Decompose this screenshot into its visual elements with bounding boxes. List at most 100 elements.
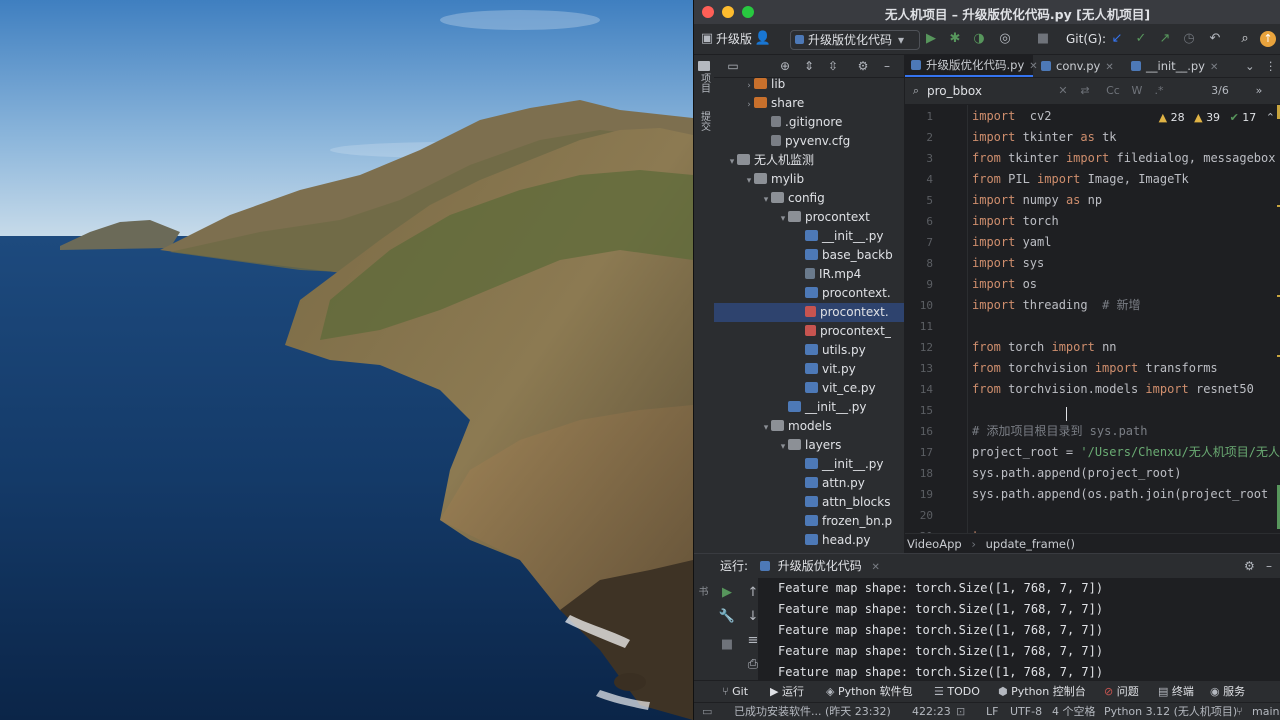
tab-main-file[interactable]: 升级版优化代码.py ✕	[905, 55, 1038, 77]
tool-terminal[interactable]: ▤ 终端	[1158, 684, 1194, 700]
tree-item[interactable]: __init__.py	[714, 227, 904, 246]
tree-item[interactable]: ▾ config	[714, 189, 904, 208]
tool-problems[interactable]: ⊘ 问题	[1104, 684, 1139, 700]
gear-icon[interactable]: ⚙	[1244, 554, 1255, 578]
structure-tool-button[interactable]: 书签	[696, 582, 710, 600]
tab-conv[interactable]: conv.py ✕	[1035, 55, 1123, 77]
tree-item[interactable]: pyvenv.cfg	[714, 132, 904, 151]
tree-item[interactable]: __init__.py	[714, 455, 904, 474]
tree-item[interactable]: › share	[714, 94, 904, 113]
project-tool-button[interactable]: 项目	[697, 61, 711, 96]
tool-run[interactable]: ▶ 运行	[770, 684, 804, 700]
panel-layout-icon[interactable]: ▭	[724, 57, 742, 75]
git-branch[interactable]: main	[1252, 705, 1279, 719]
tree-item[interactable]: .gitignore	[714, 113, 904, 132]
tool-python-packages[interactable]: ◈ Python 软件包	[826, 684, 913, 700]
more-icon[interactable]: »	[1251, 82, 1267, 100]
more-icon[interactable]: ⋮	[1265, 55, 1279, 77]
tree-item[interactable]: procontext.	[714, 303, 904, 322]
tree-item[interactable]: vit_ce.py	[714, 379, 904, 398]
git-update-icon[interactable]: ↙	[1108, 30, 1126, 48]
rollback-icon[interactable]: ↶	[1206, 30, 1224, 48]
tool-services[interactable]: ◉ 服务	[1210, 684, 1245, 700]
status-panel-icon[interactable]: ▭	[702, 705, 712, 719]
stop-icon[interactable]: ■	[718, 636, 736, 654]
close-icon[interactable]: ✕	[872, 562, 880, 573]
tree-item[interactable]: base_backb	[714, 246, 904, 265]
chevron-down-icon[interactable]: ⌄	[1245, 55, 1259, 77]
tool-todo[interactable]: ☰ TODO	[934, 684, 980, 700]
collapse-all-icon[interactable]: ⇳	[824, 57, 842, 75]
search-icon[interactable]: ⌕	[1236, 30, 1254, 48]
soft-wrap-icon[interactable]: ≡	[744, 632, 762, 650]
tree-item[interactable]: ▾ layers	[714, 436, 904, 455]
tab-init[interactable]: __init__.py ✕	[1125, 55, 1231, 77]
tree-item[interactable]: ▾ models	[714, 417, 904, 436]
rerun-icon[interactable]: ▶	[718, 584, 736, 602]
update-icon[interactable]: ↑	[1260, 31, 1276, 47]
breadcrumb-method[interactable]: update_frame()	[986, 537, 1075, 551]
commit-tool-button[interactable]: 提交	[697, 111, 711, 134]
code-token: tkinter	[1015, 130, 1081, 144]
file-encoding[interactable]: UTF-8	[1010, 705, 1042, 719]
tree-item[interactable]: ▾ procontext	[714, 208, 904, 227]
tree-item[interactable]: ▾ mylib	[714, 170, 904, 189]
tree-item[interactable]: ▾ 无人机监测	[714, 151, 904, 170]
whole-words-icon[interactable]: W	[1129, 82, 1145, 100]
tree-item[interactable]: attn.py	[714, 474, 904, 493]
console-output[interactable]: Feature map shape: torch.Size([1, 768, 7…	[778, 578, 1278, 681]
code-area[interactable]: 1 import cv2 2 import tkinter as tk 3 from tk…	[905, 105, 1280, 533]
run-config-tab[interactable]: 升级版优化代码	[778, 559, 862, 573]
tool-git[interactable]: ⑂ Git	[722, 684, 748, 700]
chevron-up-icon[interactable]: ⌃	[1266, 111, 1275, 124]
locate-file-icon[interactable]: ⊕	[776, 57, 794, 75]
wrench-icon[interactable]: 🔧	[718, 608, 736, 626]
tree-item[interactable]: procontext_	[714, 322, 904, 341]
status-bar: ▭ 已成功安装软件... (昨天 23:32) 422:23 ⊡ LF UTF-…	[694, 702, 1280, 720]
stop-icon[interactable]: ■	[1034, 30, 1052, 48]
debug-icon[interactable]: ✱	[946, 30, 964, 48]
tool-python-console[interactable]: ⬢ Python 控制台	[998, 684, 1086, 700]
scroll-up-icon[interactable]: ↑	[744, 584, 762, 602]
regex-icon[interactable]: .*	[1151, 82, 1167, 100]
breadcrumb-class[interactable]: VideoApp	[907, 537, 962, 551]
caret-position[interactable]: 422:23	[912, 705, 951, 719]
close-icon[interactable]: ✕	[1210, 62, 1218, 73]
tree-item[interactable]: vit.py	[714, 360, 904, 379]
interpreter[interactable]: Python 3.12 (无人机项目)	[1104, 705, 1237, 719]
git-commit-icon[interactable]: ✓	[1132, 30, 1150, 48]
replace-toggle-icon[interactable]: ⇄	[1077, 82, 1093, 100]
tree-item[interactable]: IR.mp4	[714, 265, 904, 284]
match-case-icon[interactable]: Cc	[1105, 82, 1121, 100]
run-config-select[interactable]: 升级版优化代码 ▾	[790, 30, 920, 50]
inspection-widget[interactable]: ▲ 28 ▲ 39 ✔ 17 ⌃	[1158, 109, 1275, 127]
run-icon[interactable]: ▶	[922, 30, 940, 48]
project-switcher[interactable]: 升级版	[716, 30, 752, 48]
tree-item[interactable]: frozen_bn.p	[714, 512, 904, 531]
indent-setting[interactable]: 4 个空格	[1052, 705, 1096, 719]
close-icon[interactable]: ✕	[1105, 62, 1113, 73]
project-icon: ▣	[700, 31, 714, 46]
tree-item[interactable]: __init__.py	[714, 398, 904, 417]
scroll-down-icon[interactable]: ↓	[744, 608, 762, 626]
tree-item[interactable]: utils.py	[714, 341, 904, 360]
profile-icon[interactable]: ◎	[996, 30, 1014, 48]
clear-icon[interactable]: ✕	[1055, 82, 1071, 100]
tree-item[interactable]: procontext.	[714, 284, 904, 303]
file-icon	[805, 230, 818, 241]
tree-item[interactable]: head.py	[714, 531, 904, 550]
line-separator[interactable]: LF	[986, 705, 998, 719]
user-icon[interactable]: 👤	[754, 30, 772, 48]
git-push-icon[interactable]: ↗	[1156, 30, 1174, 48]
status-message[interactable]: 已成功安装软件... (昨天 23:32)	[734, 705, 891, 719]
coverage-icon[interactable]: ◑	[970, 30, 988, 48]
tree-item[interactable]: › lib	[714, 75, 904, 94]
hide-panel-icon[interactable]: –	[878, 57, 896, 75]
gear-icon[interactable]: ⚙	[854, 57, 872, 75]
history-icon[interactable]: ◷	[1180, 30, 1198, 48]
expand-all-icon[interactable]: ⇕	[800, 57, 818, 75]
hide-panel-icon[interactable]: –	[1266, 554, 1272, 578]
print-icon[interactable]: ⎙	[744, 656, 762, 674]
tree-item[interactable]: attn_blocks	[714, 493, 904, 512]
find-input[interactable]	[927, 82, 1037, 100]
